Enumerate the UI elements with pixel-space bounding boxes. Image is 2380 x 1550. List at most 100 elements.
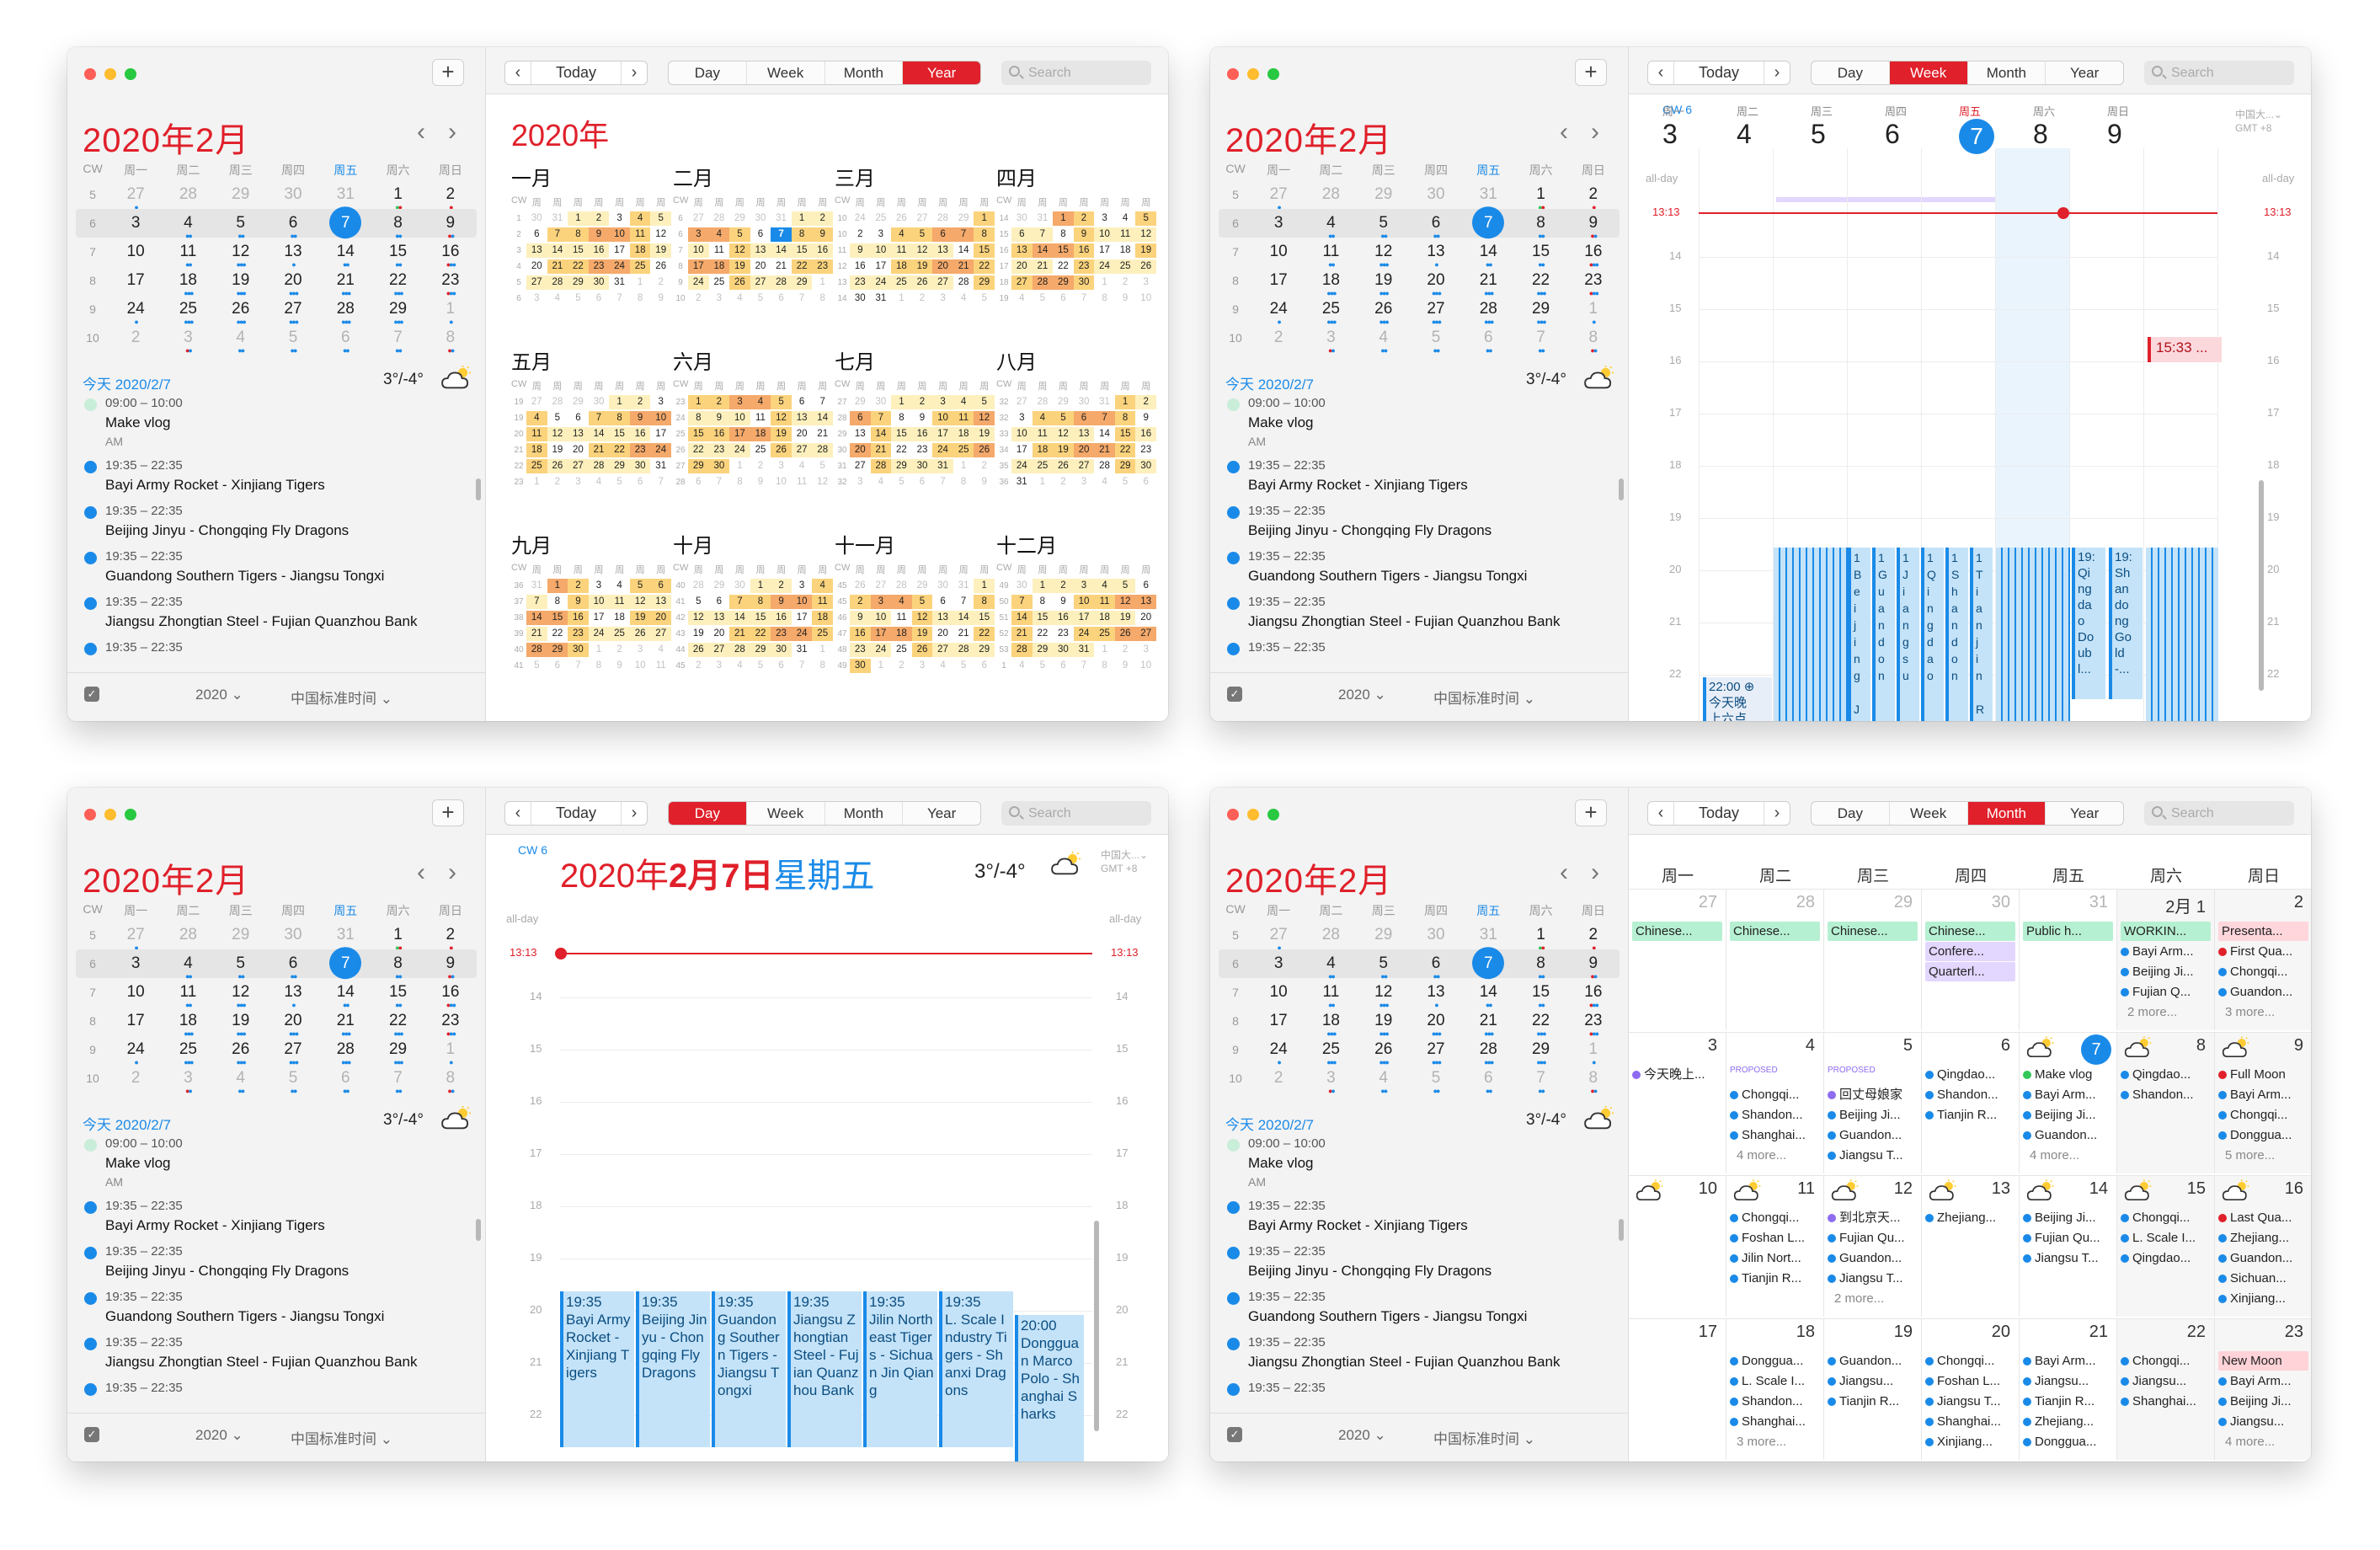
month-day-cell[interactable]: 4 PROPOSED Chongqi... Shandon... Shanghai...… [1726,1032,1824,1173]
year-month-block[interactable]: 十二月 CW 周周周周周周周 49 30 1 2 3 4 5 6 50 7 8 9 10 11 12 13 51 14 1… [996,529,1156,674]
mini-cal-day[interactable]: 26 ●●● [215,1035,267,1066]
more-events-link[interactable]: 2 more... [1828,1289,1918,1308]
mini-cal-day[interactable]: 23 ●●● [1567,266,1620,297]
agenda-item[interactable]: 19:35 – 22:35 Jilin Northeast Tigers - Si… [76,1379,470,1401]
mini-cal-day[interactable]: 6 ●● [1410,209,1462,240]
today-label[interactable]: 今天 2020/2/7 [83,1113,171,1134]
mini-cal-day[interactable]: 28 ●●● [319,1035,371,1066]
mini-cal-day[interactable]: 27 ●●● [1410,295,1462,326]
mini-cal-day[interactable]: 27 ● [109,180,162,211]
mini-cal-day[interactable]: 23 ●●● [424,1007,477,1038]
mini-cal-day[interactable]: 7 ●● [1462,209,1514,240]
mini-cal-day[interactable]: 4 ●● [215,1064,267,1095]
month-event[interactable]: Chongqi... [1730,1085,1820,1104]
mini-cal-day[interactable]: 24 ● [1252,1035,1305,1066]
minimize-button[interactable] [1247,809,1259,820]
mini-cal-day[interactable]: 25 ●●● [162,1035,214,1066]
month-event[interactable]: Fujian Qu... [1828,1228,1918,1248]
timezone-selector[interactable]: 中国标准时间 ⌄ [1433,687,1535,708]
mini-cal-day[interactable]: 30 [1410,180,1462,209]
mini-cal-day[interactable]: 10 [109,238,162,266]
week-event-late[interactable]: 19: Qi ng da o Do ub l... [2072,548,2105,699]
scrollbar[interactable] [476,1219,481,1241]
minimize-button[interactable] [104,68,116,80]
month-day-cell[interactable]: 10 [1629,1175,1726,1317]
month-event[interactable]: Zhejiang... [2218,1228,2308,1248]
agenda-item[interactable]: 19:35 – 22:35 Guandong Southern Tigers - … [76,548,470,586]
mini-cal-day[interactable]: 18 ●●● [162,266,214,297]
mini-cal-day[interactable]: 26 ●●● [1358,295,1410,326]
mini-cal-day[interactable]: 4 ●● [1305,949,1357,981]
month-event[interactable]: Shanghai... [2121,1392,2211,1411]
view-tab-day[interactable]: Day [1812,61,1889,84]
month-event[interactable]: Full Moon [2218,1065,2308,1084]
mini-cal-day[interactable]: 21 ●●● [1462,266,1514,297]
agenda-item[interactable]: 19:35 – 22:35 Jilin Northeast Tigers - Si… [76,639,470,660]
close-button[interactable] [84,68,96,80]
week-day-header[interactable]: 周日 9 [2107,103,2181,150]
mini-cal-day[interactable]: 8 ●● [1567,323,1620,355]
mini-cal-day[interactable]: 29 ●●● [371,295,424,326]
mini-cal-day[interactable]: 6 ●● [319,1064,371,1095]
month-event[interactable]: Chinese... [1828,922,1918,941]
mini-cal-day[interactable]: 28 ●●● [319,295,371,326]
prev-period-button[interactable]: ‹ [505,61,531,84]
mini-cal-day[interactable]: 8 ●● [424,1064,477,1095]
mini-cal-day[interactable]: 3 ●● [162,1064,214,1095]
year-selector[interactable]: 2020 ⌄ [195,687,243,703]
mini-cal-day[interactable]: 29 [1358,921,1410,949]
month-event[interactable]: Quarterl... [1925,962,2015,981]
mini-cal-day[interactable]: 13 ● [267,978,319,1009]
view-tab-month[interactable]: Month [824,61,903,84]
mini-cal-day[interactable]: 21 ●●● [319,1007,371,1038]
month-event[interactable]: Guandon... [2023,1125,2113,1145]
month-event[interactable]: Jilin Nort... [1730,1248,1820,1268]
mini-cal-day[interactable]: 1 ● [424,295,477,326]
more-events-link[interactable]: 4 more... [2023,1146,2113,1165]
mini-cal-day[interactable]: 25 ●●● [1305,1035,1357,1066]
month-day-cell[interactable]: 22 Chongqi... Jiangsu... Shanghai... [2117,1318,2215,1460]
event-stripe[interactable] [1774,548,1848,721]
mini-cal-day[interactable]: 4 ●● [215,323,267,355]
timezone-selector[interactable]: 中国标准时间 ⌄ [291,687,392,708]
month-event[interactable]: Shandon... [1730,1105,1820,1125]
prev-period-button[interactable]: ‹ [1648,802,1673,825]
month-event[interactable]: Presenta... [2218,922,2308,941]
month-day-cell[interactable]: 23 New Moon Bayi Arm... Beijing Ji... Jiangs… [2215,1318,2311,1460]
view-tab-month[interactable]: Month [1966,802,2046,825]
agenda-item[interactable]: 19:35 – 22:35 Beijing Jinyu - Chongqing F… [76,1243,470,1281]
year-selector[interactable]: 2020 ⌄ [1338,687,1386,703]
event-pink[interactable]: 15:33 ... [2148,337,2222,362]
week-event[interactable]: 1 B e i j i n g J [1848,548,1870,721]
mini-cal-day[interactable]: 22 ●●● [1514,1007,1566,1038]
mini-cal-day[interactable]: 3 ●● [162,323,214,355]
month-day-cell[interactable]: 15 Chongqi... L. Scale I... Qingdao... [2117,1175,2215,1317]
mini-cal-day[interactable]: 12 ●●● [1358,238,1410,269]
mini-cal-day[interactable]: 3 [109,949,162,978]
month-event[interactable]: Sichuan... [2218,1269,2308,1288]
mini-cal-day[interactable]: 11 ●● [1305,238,1357,269]
view-tab-day[interactable]: Day [1812,802,1889,825]
month-event[interactable]: Chongqi... [2121,1351,2211,1371]
search-input[interactable]: Search [1001,61,1151,85]
month-day-cell[interactable]: 21 Bayi Arm... Jiangsu... Tianjin R... Zheji… [2020,1318,2117,1460]
mini-cal-day[interactable]: 1 ● [424,1035,477,1066]
mini-cal-day[interactable]: 5 ●● [267,323,319,355]
month-event[interactable]: L. Scale I... [1730,1371,1820,1391]
mini-cal-day[interactable]: 18 ●●● [1305,1007,1357,1038]
month-event[interactable]: Zhejiang... [2023,1412,2113,1431]
today-button[interactable]: Today [1673,61,1764,84]
mini-cal-day[interactable]: 30 [1410,921,1462,949]
month-event[interactable]: Tianjin R... [1828,1392,1918,1411]
month-day-cell[interactable]: 12 到北京天... Fujian Qu... Guandon... Jiangsu T… [1824,1175,1922,1317]
prev-month-button[interactable]: ‹ [417,860,425,885]
week-event[interactable]: 1 G u a n d o n [1872,548,1895,721]
mini-cal-day[interactable]: 24 ● [109,1035,162,1066]
week-day-header[interactable]: 周三 5 [1811,103,1885,150]
mini-cal-day[interactable]: 4 ●● [162,949,214,981]
day-event[interactable]: 19:35 L. Scale Industry Tigers - Shanxi … [939,1291,1013,1447]
month-event[interactable]: Shanghai... [1730,1125,1820,1145]
mini-cal-day[interactable]: 28 [1305,180,1357,209]
month-event[interactable]: Guandon... [2218,1248,2308,1268]
add-event-button[interactable]: + [1575,799,1607,826]
